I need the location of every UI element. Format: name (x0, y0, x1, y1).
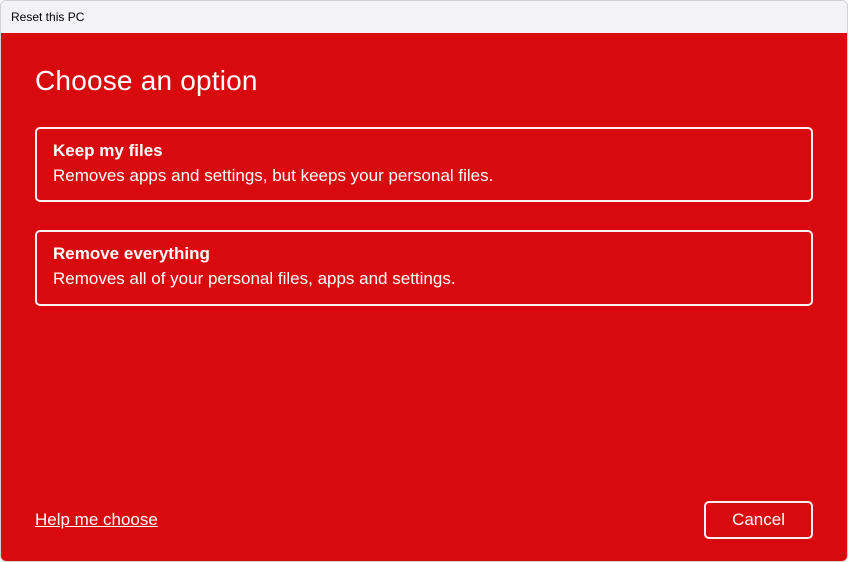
option-title: Remove everything (53, 242, 795, 267)
titlebar: Reset this PC (1, 1, 847, 33)
help-me-choose-link[interactable]: Help me choose (35, 510, 158, 530)
options-list: Keep my files Removes apps and settings,… (35, 127, 813, 306)
option-remove-everything[interactable]: Remove everything Removes all of your pe… (35, 230, 813, 305)
cancel-button[interactable]: Cancel (704, 501, 813, 539)
option-title: Keep my files (53, 139, 795, 164)
footer: Help me choose Cancel (35, 487, 813, 539)
page-title: Choose an option (35, 65, 813, 97)
window-title: Reset this PC (11, 10, 84, 24)
option-description: Removes all of your personal files, apps… (53, 267, 795, 292)
option-keep-my-files[interactable]: Keep my files Removes apps and settings,… (35, 127, 813, 202)
option-description: Removes apps and settings, but keeps you… (53, 164, 795, 189)
content-area: Choose an option Keep my files Removes a… (1, 33, 847, 561)
reset-pc-window: Reset this PC Choose an option Keep my f… (0, 0, 848, 562)
